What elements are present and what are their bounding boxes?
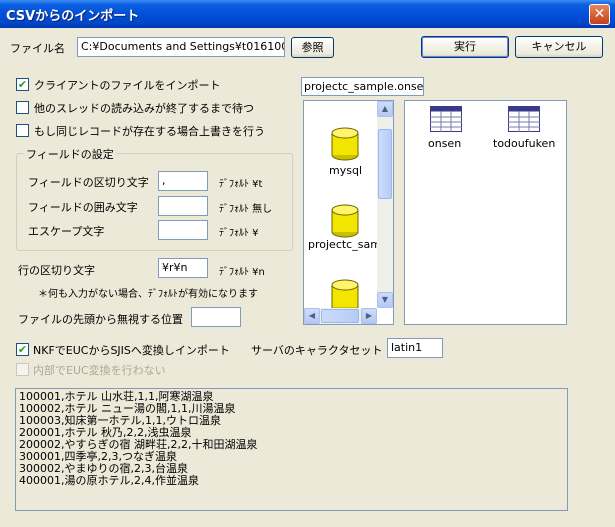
nkf-checkbox[interactable]: ✔ (16, 343, 29, 356)
import-dialog: CSVからのインポート ✕ ファイル名 C:¥Documents and Set… (0, 0, 615, 527)
wait-threads-checkbox[interactable] (16, 101, 29, 114)
skip-position-label: ファイルの先頭から無視する位置 (18, 313, 183, 326)
wait-threads-label: 他のスレッドの読み込みが終了するまで待つ (34, 102, 254, 115)
nkf-label: NKFでEUCからSJISへ変換しインポート (33, 344, 230, 357)
line-separator-default: ﾃﾞﾌｫﾙﾄ ¥n (219, 267, 265, 278)
title-bar: CSVからのインポート ✕ (0, 0, 615, 28)
skip-position-input[interactable] (191, 307, 241, 327)
scroll-up-arrow-icon[interactable]: ▲ (377, 101, 393, 117)
table-list[interactable]: onsen todoufuken (404, 100, 567, 325)
scroll-left-arrow-icon[interactable]: ◀ (304, 308, 320, 324)
escape-char-label: エスケープ文字 (28, 225, 105, 238)
internal-euc-checkbox[interactable] (16, 363, 29, 376)
database-list[interactable]: mysql projectc_sam... ▲ ▼ ◀ ▶ (303, 100, 394, 325)
field-enclosure-label: フィールドの囲み文字 (28, 201, 138, 214)
scroll-right-arrow-icon[interactable]: ▶ (361, 308, 377, 324)
field-separator-input[interactable]: , (158, 171, 208, 191)
browse-button[interactable]: 参照 (291, 37, 334, 58)
table-item-todoufuken[interactable]: todoufuken (493, 137, 555, 150)
line-separator-label: 行の区切り文字 (18, 264, 95, 277)
charset-label: サーバのキャラクタセット (251, 344, 383, 357)
scroll-down-arrow-icon[interactable]: ▼ (377, 292, 393, 308)
database-item-mysql[interactable]: mysql (329, 164, 362, 177)
selected-path-field: projectc_sample.onsen (301, 77, 424, 96)
database-list-hscrollbar[interactable]: ◀ ▶ (304, 308, 377, 324)
database-icon (331, 204, 359, 238)
client-file-checkbox[interactable]: ✔ (16, 78, 29, 91)
database-icon (331, 127, 359, 161)
close-button[interactable]: ✕ (589, 4, 610, 25)
client-file-label: クライアントのファイルをインポート (34, 79, 221, 92)
vscroll-thumb[interactable] (378, 129, 392, 199)
field-enclosure-input[interactable] (158, 196, 208, 216)
field-enclosure-default: ﾃﾞﾌｫﾙﾄ 無し (219, 204, 273, 215)
database-list-vscrollbar[interactable]: ▲ ▼ (377, 101, 393, 308)
table-icon (508, 106, 540, 132)
preview-textarea[interactable]: 100001,ホテル 山水荘,1,1,阿寒湖温泉 100002,ホテル ニュー湯… (15, 388, 568, 511)
field-settings-group-label: フィールドの設定 (24, 146, 116, 162)
overwrite-checkbox[interactable] (16, 124, 29, 137)
field-separator-label: フィールドの区切り文字 (28, 176, 149, 189)
window-title: CSVからのインポート (6, 9, 140, 24)
hscroll-thumb[interactable] (321, 309, 359, 323)
escape-char-default: ﾃﾞﾌｫﾙﾄ ¥ (219, 228, 259, 239)
table-icon (430, 106, 462, 132)
field-separator-default: ﾃﾞﾌｫﾙﾄ ¥t (219, 179, 263, 190)
charset-input[interactable]: latin1 (387, 338, 443, 358)
file-path-input[interactable]: C:¥Documents and Settings¥t0161005¥f (77, 37, 285, 57)
preview-line: 400001,湯の原ホテル,2,4,作並温泉 (19, 474, 199, 487)
file-label: ファイル名 (10, 42, 65, 55)
internal-euc-label: 内部でEUC変換を行わない (33, 364, 166, 377)
escape-char-input[interactable] (158, 220, 208, 240)
table-item-onsen[interactable]: onsen (428, 137, 461, 150)
line-separator-input[interactable]: ¥r¥n (158, 258, 208, 278)
overwrite-label: もし同じレコードが存在する場合上書きを行う (34, 125, 265, 138)
cancel-button[interactable]: キャンセル (515, 36, 603, 58)
run-button[interactable]: 実行 (421, 36, 509, 58)
default-note: ＊何も入力がない場合、ﾃﾞﾌｫﾙﾄが有効になります (38, 289, 258, 300)
